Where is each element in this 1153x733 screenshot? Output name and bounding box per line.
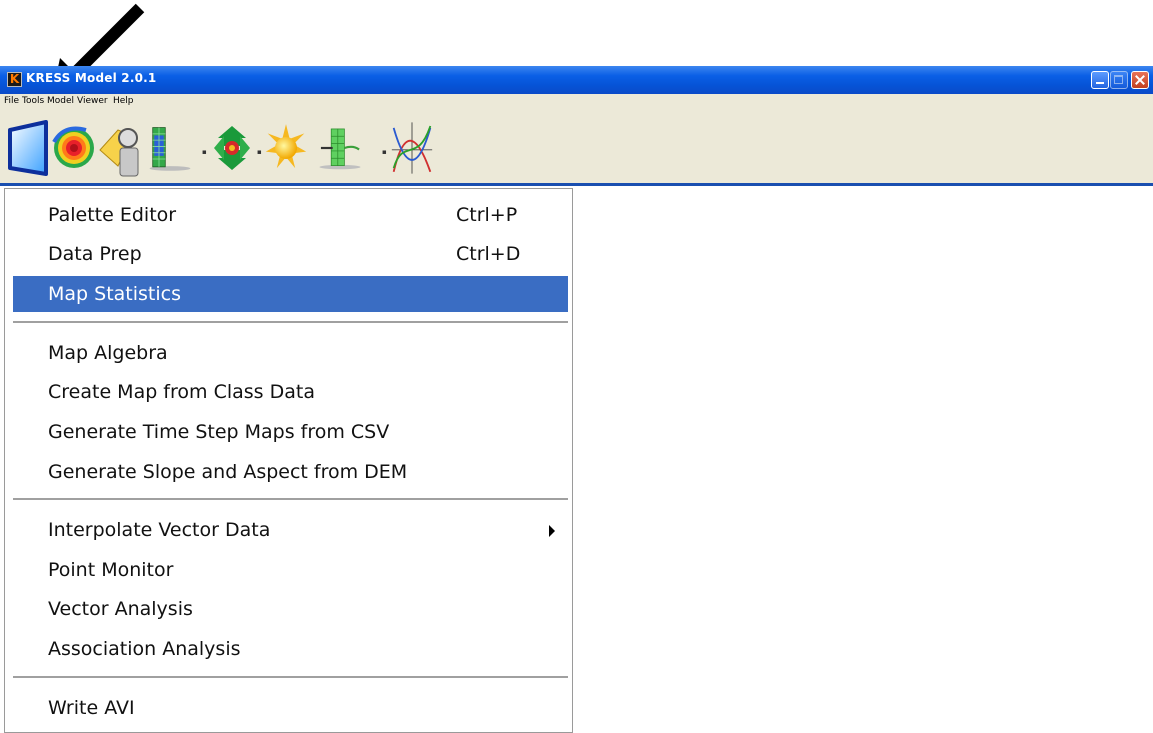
menu-item-label: Vector Analysis <box>48 598 193 620</box>
kress-logo-icon: K <box>7 72 22 87</box>
menu-model[interactable]: Model <box>47 96 74 106</box>
menu-item-point-monitor[interactable]: Point Monitor <box>13 552 568 588</box>
menu-item-association-analysis[interactable]: Association Analysis <box>13 631 568 667</box>
menu-separator <box>13 498 568 500</box>
menu-item-label: Create Map from Class Data <box>48 381 315 403</box>
menu-item-interpolate-vector-data[interactable]: Interpolate Vector Data <box>13 512 568 548</box>
menu-item-write-avi[interactable]: Write AVI <box>13 690 568 726</box>
menu-item-generate-slope-aspect[interactable]: Generate Slope and Aspect from DEM <box>13 454 568 490</box>
menu-item-palette-editor[interactable]: Palette Editor Ctrl+P <box>13 197 568 233</box>
menu-bar: File Tools Model Viewer Help <box>0 94 1153 110</box>
menu-item-shortcut: Ctrl+D <box>456 243 521 265</box>
menu-item-shortcut: Ctrl+P <box>456 204 518 226</box>
dropdown-arrow-icon[interactable]: ▪ <box>202 148 207 156</box>
dropdown-arrow-icon[interactable]: ▪ <box>257 148 262 156</box>
title-bar: K KRESS Model 2.0.1 <box>0 66 1153 94</box>
window-title: KRESS Model 2.0.1 <box>26 71 157 85</box>
map-magnifier-icon[interactable] <box>98 116 142 180</box>
menu-item-generate-time-step-maps[interactable]: Generate Time Step Maps from CSV <box>13 414 568 450</box>
menu-viewer[interactable]: Viewer <box>77 96 108 106</box>
menu-item-label: Write AVI <box>48 697 135 719</box>
menu-item-vector-analysis[interactable]: Vector Analysis <box>13 591 568 627</box>
green-grid-arrow-icon[interactable] <box>318 116 362 180</box>
menu-item-label: Point Monitor <box>48 559 174 581</box>
menu-separator <box>13 321 568 323</box>
curve-graph-icon[interactable] <box>390 116 434 180</box>
colorful-diamond-arrows-icon[interactable] <box>210 116 254 180</box>
color-swirl-icon[interactable] <box>52 116 96 180</box>
menu-help[interactable]: Help <box>113 96 134 106</box>
minimize-icon[interactable] <box>1091 71 1109 89</box>
menu-item-label: Map Statistics <box>48 283 181 305</box>
menu-item-label: Association Analysis <box>48 638 241 660</box>
menu-tools[interactable]: Tools <box>22 96 44 106</box>
toolbar: ▪ ▪ ▪ <box>0 110 1153 186</box>
submenu-arrow-icon <box>549 525 555 537</box>
menu-item-label: Interpolate Vector Data <box>48 519 271 541</box>
menu-item-label: Data Prep <box>48 243 142 265</box>
menu-item-label: Generate Slope and Aspect from DEM <box>48 461 408 483</box>
dropdown-arrow-icon[interactable]: ▪ <box>382 148 387 156</box>
menu-item-create-map-from-class-data[interactable]: Create Map from Class Data <box>13 374 568 410</box>
grid-layer-icon[interactable] <box>148 116 192 180</box>
menu-item-map-statistics[interactable]: Map Statistics <box>13 276 568 312</box>
blue-panel-icon[interactable] <box>6 116 50 180</box>
menu-item-label: Map Algebra <box>48 342 168 364</box>
maximize-icon[interactable] <box>1110 71 1128 89</box>
menu-item-data-prep[interactable]: Data Prep Ctrl+D <box>13 236 568 272</box>
menu-file[interactable]: File <box>4 96 19 106</box>
sun-icon[interactable] <box>264 116 308 180</box>
menu-separator <box>13 676 568 678</box>
menu-item-label: Palette Editor <box>48 204 177 226</box>
close-icon[interactable] <box>1131 71 1149 89</box>
tools-dropdown-menu: Palette Editor Ctrl+P Data Prep Ctrl+D M… <box>4 188 573 733</box>
menu-item-map-algebra[interactable]: Map Algebra <box>13 335 568 371</box>
menu-item-label: Generate Time Step Maps from CSV <box>48 421 390 443</box>
